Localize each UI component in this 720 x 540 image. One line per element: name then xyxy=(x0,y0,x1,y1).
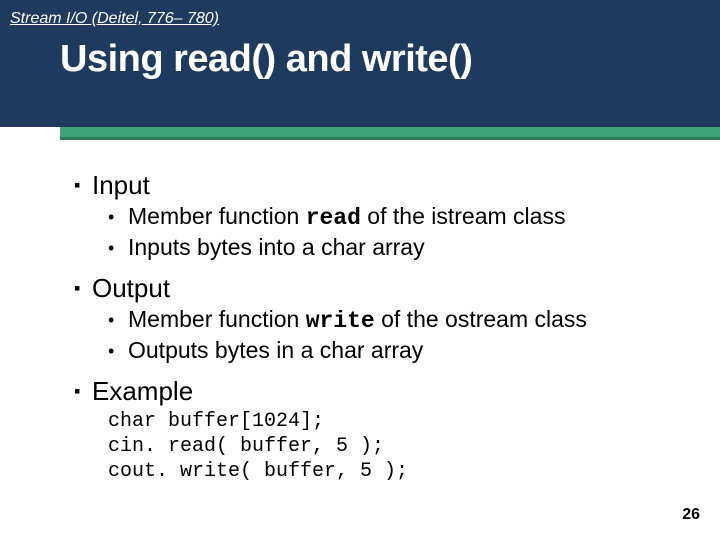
page-number: 26 xyxy=(682,506,700,524)
code-block: char buffer[1024]; cin. read( buffer, 5 … xyxy=(108,409,690,484)
text-post: of the istream class xyxy=(361,203,566,229)
list-item: • Inputs bytes into a char array xyxy=(108,234,690,264)
list-item-text: Member function write of the ostream cla… xyxy=(128,306,690,336)
list-item: • Member function read of the istream cl… xyxy=(108,203,690,233)
text-pre: Inputs bytes into a char array xyxy=(128,234,425,260)
heading-text: Output xyxy=(92,273,690,304)
dot-bullet-icon: • xyxy=(108,306,128,334)
code-line: cin. read( buffer, 5 ); xyxy=(108,434,690,459)
square-bullet-icon: ▪ xyxy=(74,170,92,200)
text-pre: Outputs bytes in a char array xyxy=(128,337,423,363)
code-line: cout. write( buffer, 5 ); xyxy=(108,459,690,484)
section-heading-output: ▪ Output xyxy=(74,273,690,304)
heading-text: Example xyxy=(92,376,690,407)
code-line: char buffer[1024]; xyxy=(108,409,690,434)
list-item: • Outputs bytes in a char array xyxy=(108,337,690,367)
list-item-text: Outputs bytes in a char array xyxy=(128,337,690,367)
square-bullet-icon: ▪ xyxy=(74,273,92,303)
accent-rule-shadow xyxy=(60,137,720,140)
square-bullet-icon: ▪ xyxy=(74,376,92,406)
content-area: ▪ Input • Member function read of the is… xyxy=(0,160,720,484)
text-pre: Member function xyxy=(128,306,306,332)
section-heading-input: ▪ Input xyxy=(74,170,690,201)
slide: Stream I/O (Deitel, 776– 780) Using read… xyxy=(0,0,720,540)
section-heading-example: ▪ Example xyxy=(74,376,690,407)
dot-bullet-icon: • xyxy=(108,234,128,262)
accent-rule xyxy=(60,127,720,137)
slide-title: Using read() and write() xyxy=(60,38,472,81)
text-pre: Member function xyxy=(128,203,306,229)
list-item-text: Inputs bytes into a char array xyxy=(128,234,690,264)
code-inline: read xyxy=(306,205,361,231)
dot-bullet-icon: • xyxy=(108,203,128,231)
code-inline: write xyxy=(306,308,375,334)
heading-text: Input xyxy=(92,170,690,201)
list-item-text: Member function read of the istream clas… xyxy=(128,203,690,233)
dot-bullet-icon: • xyxy=(108,337,128,365)
list-item: • Member function write of the ostream c… xyxy=(108,306,690,336)
breadcrumb: Stream I/O (Deitel, 776– 780) xyxy=(10,10,219,28)
text-post: of the ostream class xyxy=(375,306,587,332)
header-bar: Stream I/O (Deitel, 776– 780) Using read… xyxy=(0,0,720,127)
